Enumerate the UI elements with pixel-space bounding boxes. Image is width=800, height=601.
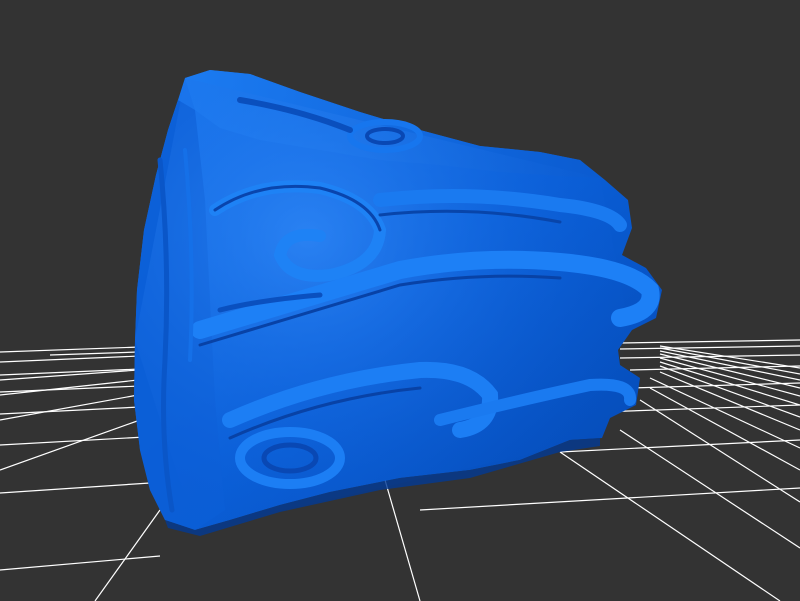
3d-model-mesh[interactable] [134, 70, 662, 536]
scene-canvas[interactable] [0, 0, 800, 601]
3d-viewport[interactable] [0, 0, 800, 601]
model-shine [135, 78, 630, 530]
